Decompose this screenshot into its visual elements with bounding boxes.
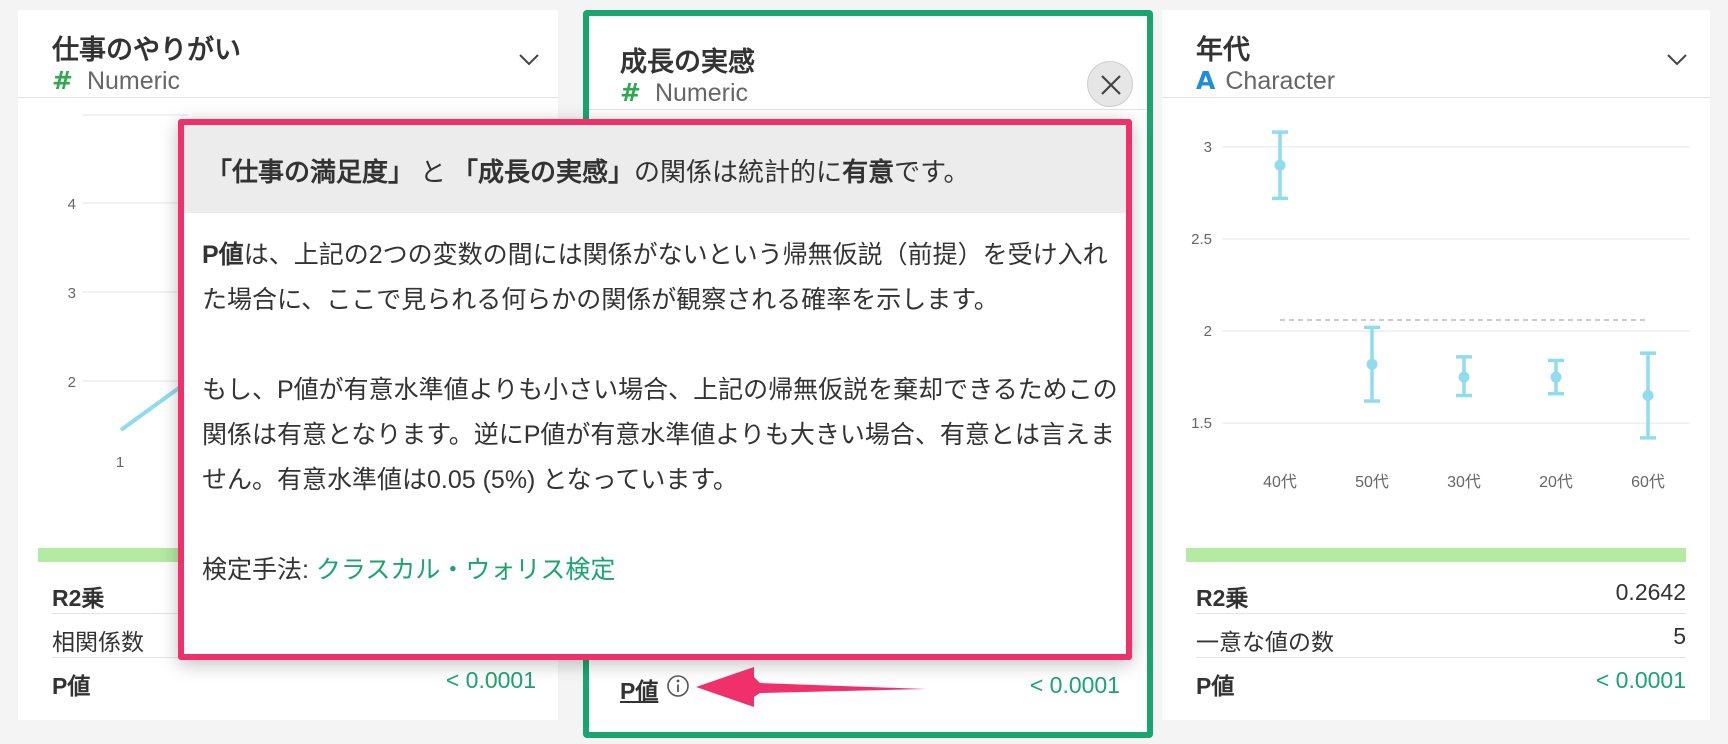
column-type: # Numeric bbox=[52, 66, 180, 96]
column-card-age: 年代 A Character 3 2.5 2 1.5 40代 50代 30代 20代 60代 R2… bbox=[1162, 10, 1710, 720]
p-value[interactable]: < 0.0001 bbox=[1030, 672, 1120, 699]
stat-label: R2乗 bbox=[1196, 585, 1249, 611]
numeric-type-icon: # bbox=[620, 78, 641, 107]
x-tick-label: 20代 bbox=[1539, 473, 1573, 491]
info-icon[interactable] bbox=[666, 674, 690, 698]
x-tick-label: 40代 bbox=[1263, 473, 1297, 491]
column-name: 年代 bbox=[1196, 35, 1250, 65]
title-connector: と bbox=[420, 157, 447, 187]
data-point bbox=[1642, 390, 1654, 402]
chevron-down-icon[interactable] bbox=[518, 48, 540, 70]
column-name: 仕事のやりがい bbox=[52, 35, 241, 65]
close-icon bbox=[1101, 75, 1121, 95]
column-type: A Character bbox=[1196, 66, 1335, 96]
character-type-icon: A bbox=[1196, 66, 1216, 95]
stat-label: P値 bbox=[52, 673, 91, 699]
stat-row-r2: R2乗 0.2642 bbox=[1196, 570, 1686, 614]
method-label: 検定手法: bbox=[202, 556, 316, 584]
stat-label: 相関係数 bbox=[52, 629, 144, 655]
title-significance: 有意 bbox=[842, 157, 895, 187]
popup-paragraph-1: P値は、上記の2つの変数の間には関係がないという帰無仮説（前提）を受け入れた場合… bbox=[202, 233, 1122, 323]
p-value-help-popup: 「仕事の満足度」と「成長の実感」の関係は統計的に有意です。 P値は、上記の2つの… bbox=[178, 119, 1132, 660]
title-end: です。 bbox=[894, 157, 970, 187]
popup-body: P値は、上記の2つの変数の間には関係がないという帰無仮説（前提）を受け入れた場合… bbox=[202, 233, 1122, 593]
column-header: 年代 A Character bbox=[1162, 10, 1710, 98]
correlation-bar bbox=[1186, 548, 1686, 562]
close-button[interactable] bbox=[1087, 61, 1133, 107]
data-point bbox=[1274, 159, 1286, 171]
x-tick-label: 50代 bbox=[1355, 473, 1389, 491]
y-tick-label: 4 bbox=[68, 196, 76, 213]
p-value-label[interactable]: P値 bbox=[620, 672, 658, 706]
column-type: # Numeric bbox=[620, 78, 748, 108]
numeric-type-icon: # bbox=[52, 66, 73, 95]
y-tick-label: 2.5 bbox=[1191, 231, 1212, 248]
pointer-arrow bbox=[696, 667, 926, 707]
popup-paragraph-2: もし、P値が有意水準値よりも小さい場合、上記の帰無仮説を棄却できるためこの関係は… bbox=[202, 376, 1118, 494]
stat-value: 5 bbox=[1673, 623, 1686, 649]
column-type-label: Numeric bbox=[86, 67, 181, 95]
column-header: 成長の実感 # Numeric bbox=[589, 16, 1147, 110]
stat-row-unique-count: 一意な値の数 5 bbox=[1196, 614, 1686, 658]
title-variable-1: 「仕事の満足度」 bbox=[206, 157, 415, 187]
age-error-bar-chart: 3 2.5 2 1.5 40代 50代 30代 20代 60代 bbox=[1191, 130, 1690, 491]
stat-label: 一意な値の数 bbox=[1196, 629, 1334, 655]
stat-value: 0.2642 bbox=[1615, 579, 1686, 605]
stat-row-pvalue: P値 < 0.0001 bbox=[1196, 658, 1686, 702]
p-value[interactable]: < 0.0001 bbox=[446, 667, 536, 694]
title-variable-2: 「成長の実感」 bbox=[452, 157, 635, 187]
p-value[interactable]: < 0.0001 bbox=[1596, 667, 1686, 694]
popup-header: 「仕事の満足度」と「成長の実感」の関係は統計的に有意です。 bbox=[184, 125, 1126, 213]
stat-label: P値 bbox=[1196, 673, 1235, 699]
column-header: 仕事のやりがい # Numeric bbox=[18, 10, 558, 98]
y-tick-label: 1.5 bbox=[1191, 415, 1212, 432]
title-middle: の関係は統計的に bbox=[634, 157, 843, 187]
x-tick-label: 1 bbox=[116, 454, 124, 471]
stat-label: R2乗 bbox=[52, 585, 105, 611]
data-point bbox=[1550, 371, 1562, 383]
mini-chart: 4 3 2 1 bbox=[68, 114, 188, 471]
data-point bbox=[1458, 371, 1470, 383]
x-tick-label: 30代 bbox=[1447, 473, 1481, 491]
method-link[interactable]: クラスカル・ウォリス検定 bbox=[316, 556, 616, 584]
x-tick-label: 60代 bbox=[1631, 473, 1665, 491]
column-type-label: Numeric bbox=[654, 79, 749, 107]
stat-row-pvalue: P値 < 0.0001 bbox=[52, 658, 536, 702]
trend-line bbox=[119, 383, 185, 432]
y-tick-label: 2 bbox=[68, 374, 76, 391]
column-type-label: Character bbox=[1225, 67, 1336, 95]
popup-title: 「仕事の満足度」と「成長の実感」の関係は統計的に有意です。 bbox=[206, 152, 969, 189]
p-value-term: P値 bbox=[202, 241, 244, 269]
chevron-down-icon[interactable] bbox=[1666, 48, 1688, 70]
y-tick-label: 2 bbox=[1204, 323, 1212, 340]
y-tick-label: 3 bbox=[1204, 139, 1212, 156]
data-point bbox=[1366, 358, 1378, 370]
popup-method: 検定手法: クラスカル・ウォリス検定 bbox=[202, 548, 1122, 593]
y-tick-label: 3 bbox=[68, 285, 76, 302]
paragraph-text: は、上記の2つの変数の間には関係がないという帰無仮説（前提）を受け入れた場合に、… bbox=[202, 241, 1108, 314]
column-name: 成長の実感 bbox=[620, 47, 755, 77]
